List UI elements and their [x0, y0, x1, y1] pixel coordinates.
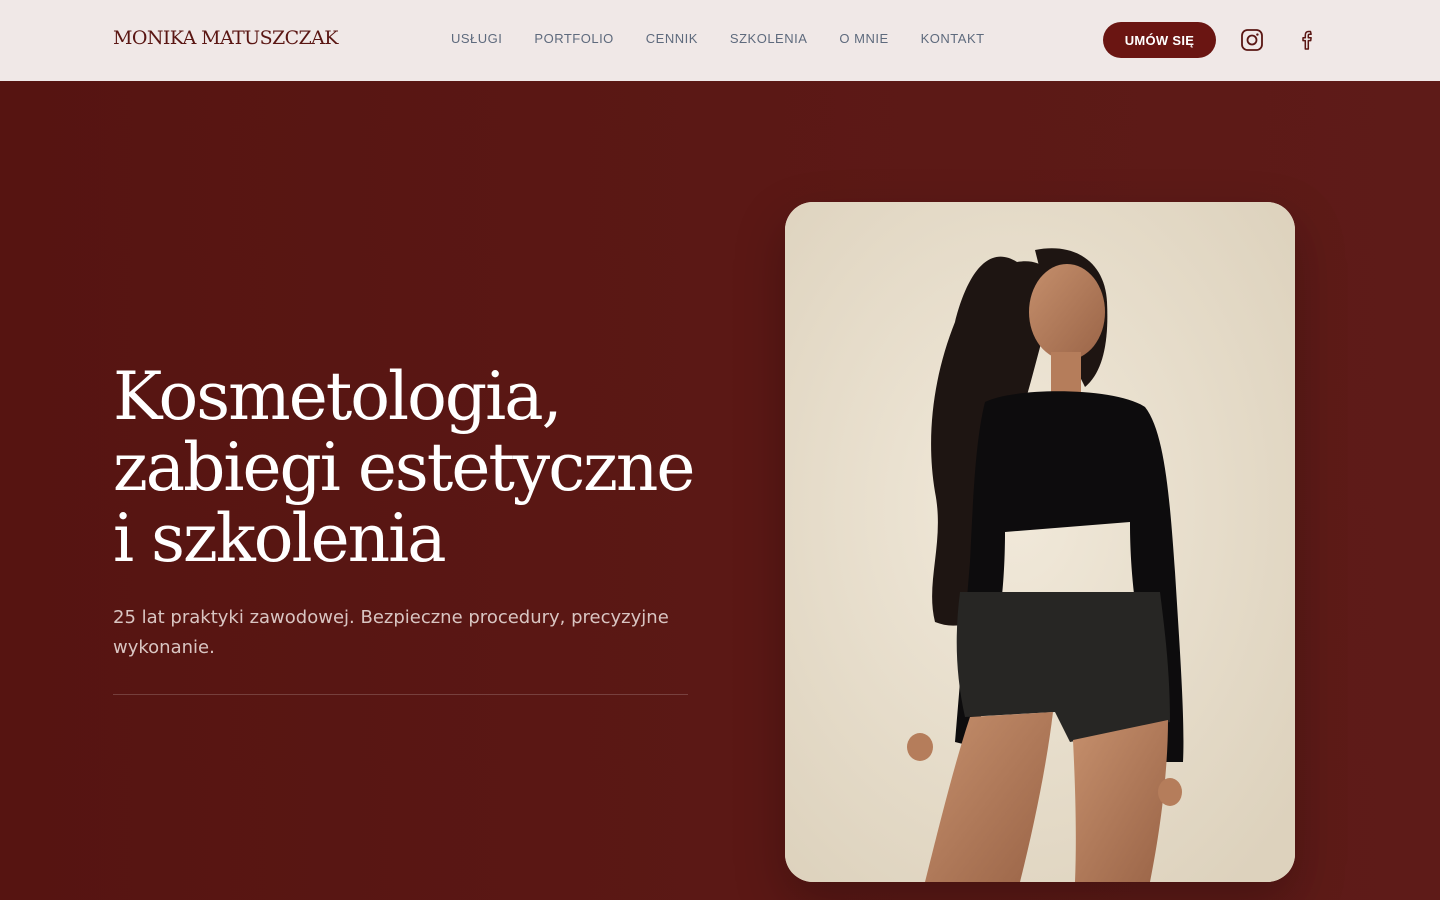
main-nav: USŁUGI PORTFOLIO CENNIK SZKOLENIA O MNIE…	[451, 31, 985, 46]
nav-item-cennik[interactable]: CENNIK	[646, 31, 698, 46]
portrait-photo	[785, 202, 1295, 882]
book-appointment-button[interactable]: UMÓW SIĘ	[1103, 22, 1216, 58]
hero-section: Kosmetologia, zabiegi estetyczne i szkol…	[0, 81, 1440, 900]
nav-item-portfolio[interactable]: PORTFOLIO	[534, 31, 613, 46]
hero-title-line: Kosmetologia,	[113, 358, 563, 435]
brand-logo[interactable]: MONIKA MATUSZCZAK	[113, 27, 338, 49]
hero-title-line: zabiegi estetyczne	[113, 429, 696, 506]
hero-subtitle: 25 lat praktyki zawodowej. Bezpieczne pr…	[113, 607, 669, 658]
nav-item-szkolenia[interactable]: SZKOLENIA	[730, 31, 807, 46]
portrait-illustration	[785, 202, 1295, 882]
site-header: MONIKA MATUSZCZAK USŁUGI PORTFOLIO CENNI…	[0, 0, 1440, 81]
facebook-icon[interactable]	[1296, 28, 1320, 52]
nav-item-kontakt[interactable]: KONTAKT	[921, 31, 985, 46]
hero-divider	[113, 694, 688, 695]
hero-title-line: i szkolenia	[113, 500, 447, 577]
instagram-icon[interactable]	[1240, 28, 1264, 52]
nav-item-uslugi[interactable]: USŁUGI	[451, 31, 502, 46]
nav-item-o-mnie[interactable]: O MNIE	[839, 31, 888, 46]
hero-title: Kosmetologia, zabiegi estetyczne i szkol…	[113, 361, 753, 574]
